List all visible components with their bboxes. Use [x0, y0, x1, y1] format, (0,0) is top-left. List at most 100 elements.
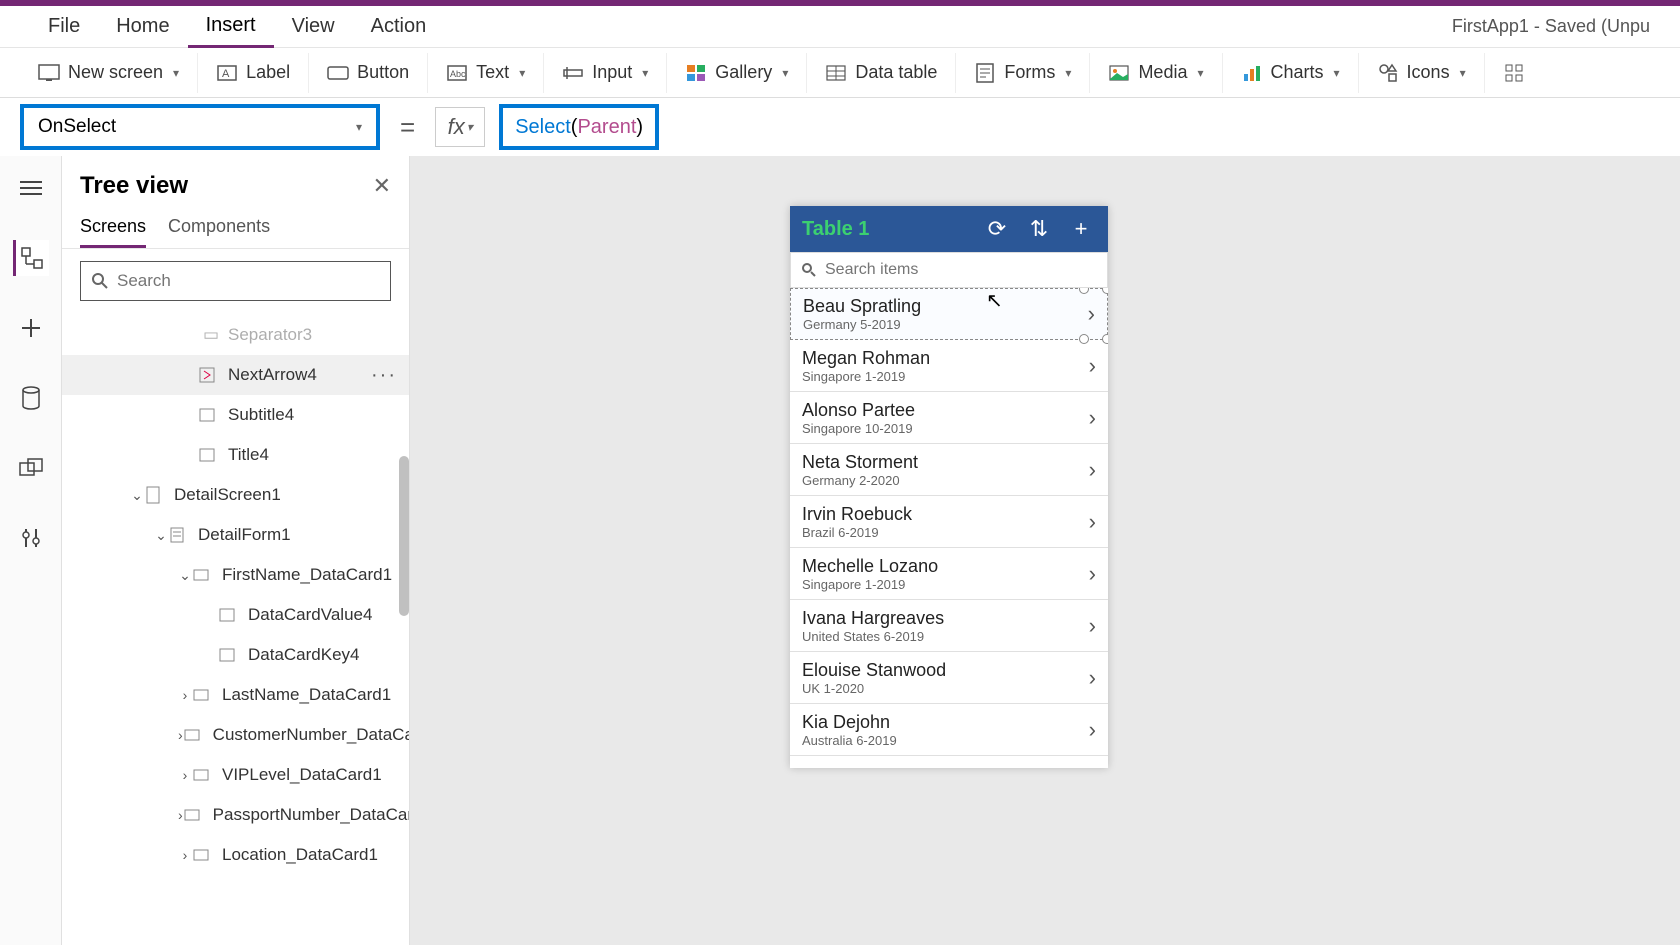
tools-rail-button[interactable]	[13, 520, 49, 556]
list-item[interactable]: Beau SpratlingGermany 5-2019 ›	[790, 288, 1108, 340]
tree-list: ▭ Separator3 NextArrow4 ··· Subtitle4 Ti…	[62, 313, 409, 945]
tree-node-datacardkey[interactable]: DataCardKey4	[62, 635, 409, 675]
more-ribbon-button[interactable]	[1485, 53, 1543, 93]
tree-node-viplevel-card[interactable]: › VIPLevel_DataCard1	[62, 755, 409, 795]
forms-button[interactable]: Forms ▾	[956, 53, 1090, 93]
tree-node-label: FirstName_DataCard1	[222, 565, 392, 585]
list-item[interactable]: Megan RohmanSingapore 1-2019›	[790, 340, 1108, 392]
list-item[interactable]: Irvin RoebuckBrazil 6-2019›	[790, 496, 1108, 548]
tab-screens[interactable]: Screens	[80, 208, 146, 248]
menu-home[interactable]: Home	[98, 7, 187, 46]
chevron-down-icon: ▾	[519, 66, 525, 80]
charts-button[interactable]: Charts ▾	[1223, 53, 1359, 93]
tree-view-button[interactable]	[13, 240, 49, 276]
chevron-right-icon[interactable]: ›	[1089, 613, 1096, 639]
tree-node-custnum-card[interactable]: › CustomerNumber_DataCard1	[62, 715, 409, 755]
expand-icon[interactable]: ›	[178, 807, 183, 823]
formula-argument: Parent	[577, 116, 636, 139]
media-button[interactable]: Media ▾	[1090, 53, 1222, 93]
tree-node-passport-card[interactable]: › PassportNumber_DataCard1	[62, 795, 409, 835]
screen-icon	[148, 486, 166, 504]
collapse-icon[interactable]: ⌄	[154, 527, 168, 544]
preview-search-input[interactable]	[825, 261, 1097, 279]
list-item-name: Megan Rohman	[802, 348, 1089, 369]
button-button[interactable]: Button	[309, 53, 428, 93]
tree-node-datacardvalue[interactable]: DataCardValue4	[62, 595, 409, 635]
chevron-right-icon[interactable]: ›	[1089, 457, 1096, 483]
text-button[interactable]: Abc Text ▾	[428, 53, 544, 93]
tree-node-subtitle[interactable]: Subtitle4	[62, 395, 409, 435]
preview-search-box[interactable]	[790, 252, 1108, 288]
list-item-name: Irvin Roebuck	[802, 504, 1089, 525]
selection-handle[interactable]	[1102, 288, 1108, 294]
chevron-down-icon: ▾	[642, 66, 648, 80]
chevron-right-icon[interactable]: ›	[1089, 405, 1096, 431]
svg-text:A: A	[222, 68, 230, 80]
gallery-button[interactable]: Gallery ▾	[667, 53, 807, 93]
data-table-button[interactable]: Data table	[807, 53, 956, 93]
paren-close: )	[636, 116, 643, 139]
menu-file[interactable]: File	[30, 7, 98, 46]
tree-search-input[interactable]	[117, 271, 380, 291]
list-item[interactable]: Elouise StanwoodUK 1-2020›	[790, 652, 1108, 704]
list-item[interactable]: Mechelle LozanoSingapore 1-2019›	[790, 548, 1108, 600]
media-rail-button[interactable]	[13, 450, 49, 486]
menu-view[interactable]: View	[274, 7, 353, 46]
label-button[interactable]: A Label	[198, 53, 309, 93]
list-item[interactable]: Tamica Trickett›	[790, 756, 1108, 768]
chevron-right-icon[interactable]: ›	[1089, 353, 1096, 379]
card-icon	[196, 846, 214, 864]
table-icon	[825, 62, 847, 84]
hamburger-button[interactable]	[13, 170, 49, 206]
menu-action[interactable]: Action	[353, 7, 445, 46]
list-item-sub: Singapore 1-2019	[802, 369, 1089, 384]
property-dropdown[interactable]: OnSelect ▾	[20, 104, 380, 150]
expand-icon[interactable]: ›	[178, 767, 192, 783]
list-item[interactable]: Neta StormentGermany 2-2020›	[790, 444, 1108, 496]
canvas-area[interactable]: Table 1 ⟳ ⇅ + Beau SpratlingGermany 5-20…	[410, 156, 1680, 945]
tree-scrollbar[interactable]	[399, 456, 409, 616]
more-icon[interactable]: ···	[371, 364, 397, 387]
menu-insert[interactable]: Insert	[188, 6, 274, 48]
tree-node-location-card[interactable]: › Location_DataCard1	[62, 835, 409, 875]
tree-node-detailscreen[interactable]: ⌄ DetailScreen1	[62, 475, 409, 515]
tree-node-title[interactable]: Title4	[62, 435, 409, 475]
formula-input[interactable]: Select(Parent)	[499, 104, 659, 150]
refresh-icon[interactable]: ⟳	[982, 216, 1012, 242]
chevron-right-icon[interactable]: ›	[1089, 665, 1096, 691]
chevron-right-icon[interactable]: ›	[1089, 717, 1096, 743]
chevron-right-icon[interactable]: ›	[1088, 301, 1095, 327]
chevron-down-icon: ▾	[782, 66, 788, 80]
fx-button[interactable]: fx ▾	[435, 107, 485, 147]
button-icon	[327, 62, 349, 84]
card-icon	[196, 686, 214, 704]
expand-icon[interactable]: ›	[178, 847, 192, 863]
add-icon[interactable]: +	[1066, 216, 1096, 242]
icons-button[interactable]: Icons ▾	[1359, 53, 1485, 93]
close-icon[interactable]: ✕	[373, 173, 391, 199]
tree-node-detailform[interactable]: ⌄ DetailForm1	[62, 515, 409, 555]
data-rail-button[interactable]	[13, 380, 49, 416]
insert-rail-button[interactable]	[13, 310, 49, 346]
tree-node-nextarrow[interactable]: NextArrow4 ···	[62, 355, 409, 395]
tree-search-box[interactable]	[80, 261, 391, 301]
collapse-icon[interactable]: ⌄	[130, 487, 144, 504]
input-button[interactable]: Input ▾	[544, 53, 667, 93]
list-item[interactable]: Kia DejohnAustralia 6-2019›	[790, 704, 1108, 756]
expand-icon[interactable]: ›	[178, 727, 183, 743]
list-item[interactable]: Alonso ParteeSingapore 10-2019›	[790, 392, 1108, 444]
tree-node-firstname-card[interactable]: ⌄ FirstName_DataCard1	[62, 555, 409, 595]
tab-components[interactable]: Components	[168, 208, 270, 248]
selection-handle[interactable]	[1079, 288, 1089, 294]
label-icon: A	[216, 62, 238, 84]
sort-icon[interactable]: ⇅	[1024, 216, 1054, 242]
list-item[interactable]: Ivana HargreavesUnited States 6-2019›	[790, 600, 1108, 652]
text-label: Text	[476, 62, 509, 83]
chevron-right-icon[interactable]: ›	[1089, 509, 1096, 535]
chevron-right-icon[interactable]: ›	[1089, 561, 1096, 587]
new-screen-button[interactable]: New screen ▾	[20, 53, 198, 93]
expand-icon[interactable]: ›	[178, 687, 192, 703]
tree-node-lastname-card[interactable]: › LastName_DataCard1	[62, 675, 409, 715]
tree-node-separator[interactable]: ▭ Separator3	[62, 315, 409, 355]
collapse-icon[interactable]: ⌄	[178, 567, 192, 584]
